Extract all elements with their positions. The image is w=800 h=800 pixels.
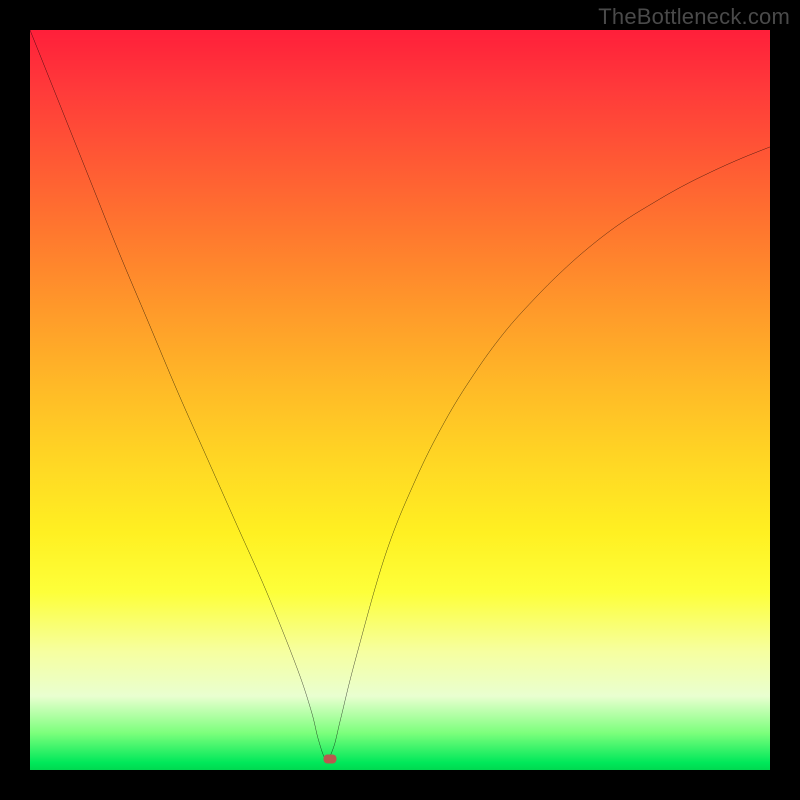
chart-frame: TheBottleneck.com	[0, 0, 800, 800]
optimum-marker	[323, 754, 336, 763]
attribution-watermark: TheBottleneck.com	[598, 4, 790, 30]
bottleneck-curve-path	[30, 30, 770, 759]
curve-svg	[30, 30, 770, 770]
plot-area	[30, 30, 770, 770]
